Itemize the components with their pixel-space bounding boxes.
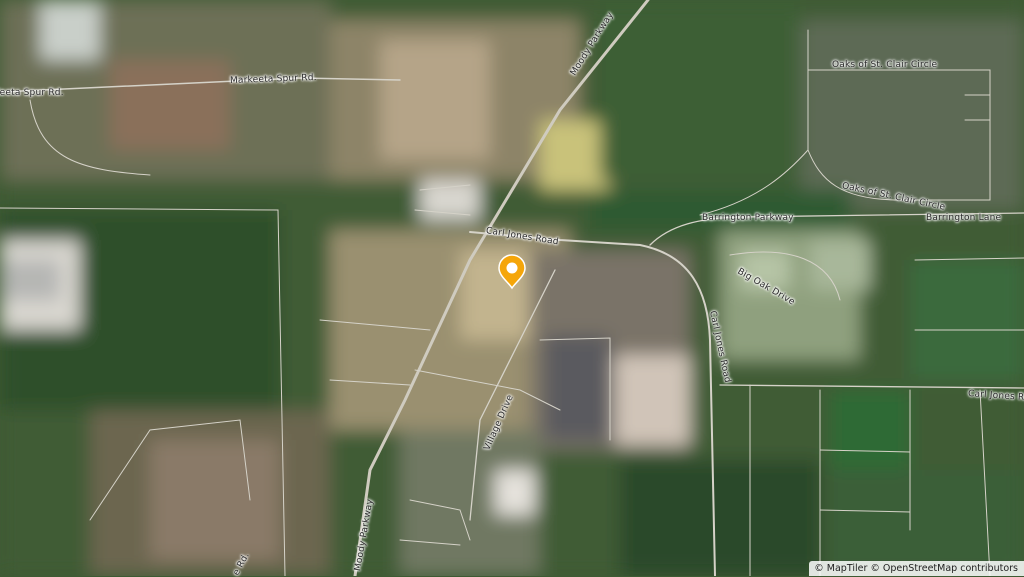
road-label-barrington-lane: Barrington Lane [926,213,1002,223]
road-label-oaks-circle-top: Oaks of St. Clair Circle [832,60,938,70]
maptiler-attribution-link[interactable]: © MapTiler [814,563,867,574]
road-label-keeta-spur: Keeta Spur Rd. [0,88,64,98]
satellite-map[interactable] [0,0,1024,576]
map-attribution: © MapTiler © OpenStreetMap contributors [809,561,1024,576]
road-label-barrington-parkway: Barrington Parkway [702,213,794,223]
osm-attribution-link[interactable]: © OpenStreetMap contributors [870,563,1018,574]
